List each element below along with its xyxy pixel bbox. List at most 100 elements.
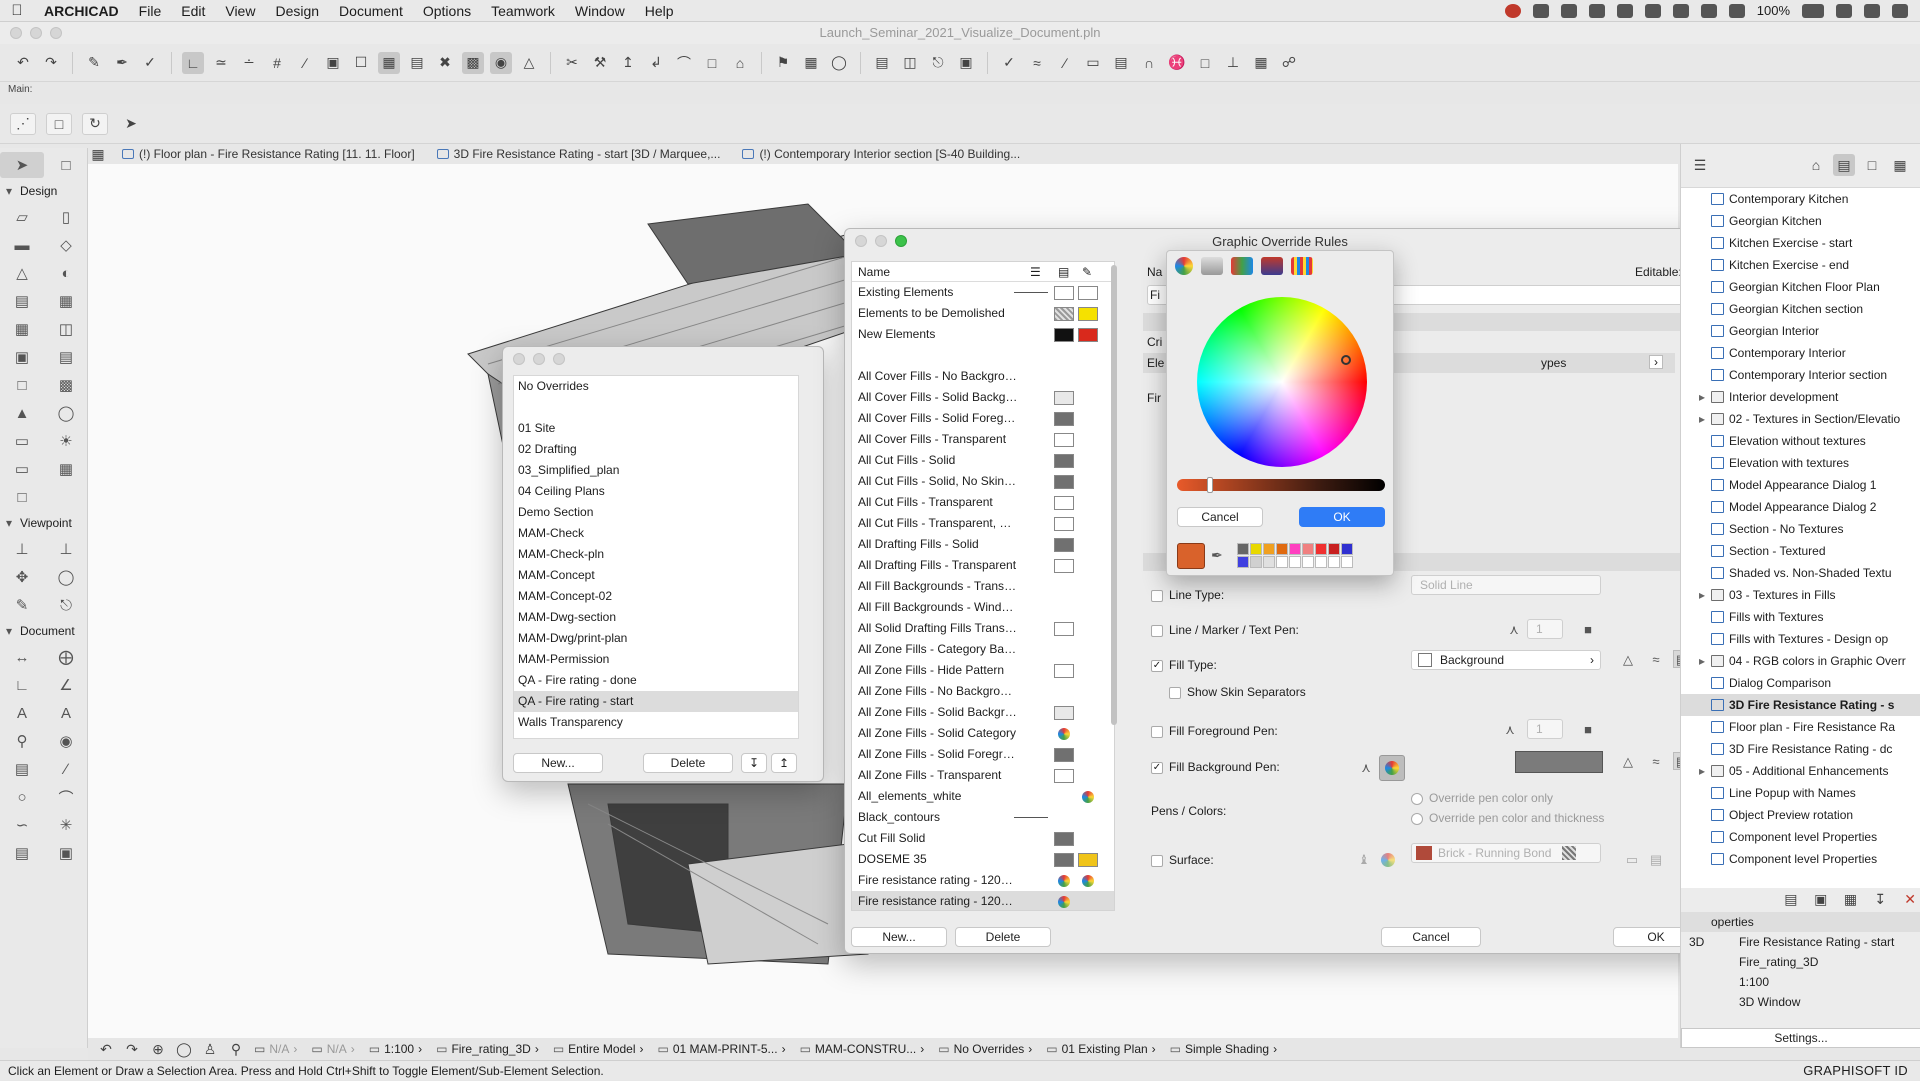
ruler-icon[interactable]: ∕ [294,52,316,74]
chevron-right-icon[interactable]: › [1649,355,1663,369]
pencils-tab-icon[interactable] [1291,257,1313,275]
rules-scrollbar[interactable] [1109,261,1119,911]
rotate-marquee-icon[interactable]: ↻ [82,112,108,135]
section-icon[interactable]: □ [1194,52,1216,74]
brightness-slider[interactable] [1177,477,1385,493]
rgb-color-icon[interactable] [1379,851,1397,869]
fill-background-checkbox[interactable]: ✓ [1151,761,1163,774]
palette-swatch[interactable] [1289,556,1301,568]
panel-tool-icon[interactable]: □ [0,484,44,510]
disclosure-icon[interactable]: ▸ [1699,760,1705,782]
walk-icon[interactable]: ♙ [202,1038,218,1060]
shield-icon[interactable] [1588,3,1605,18]
rule-row[interactable]: All Zone Fills - Solid Backgro... [852,702,1114,723]
status-item[interactable]: ▭ Fire_rating_3D › [436,1042,539,1056]
navigator-view[interactable]: Contemporary Kitchen [1681,188,1920,210]
shell-tool-icon[interactable]: ◐ [44,260,88,286]
image-tab-icon[interactable] [1261,257,1283,275]
combination-item[interactable]: 04 Ceiling Plans [514,481,798,502]
import-icon[interactable]: ↧ [1870,888,1890,910]
elevate-icon[interactable]: ↥ [617,52,639,74]
fill-type-select[interactable]: Background › [1411,650,1601,670]
combination-item[interactable]: QA - Fire rating - start [514,691,798,712]
palette-swatch[interactable] [1263,543,1275,555]
publish-icon[interactable]: ⎋ [927,52,949,74]
rule-row[interactable]: All Cover Fills - Transparent [852,429,1114,450]
rule-row[interactable]: All Zone Fills - Category Bac... [852,639,1114,660]
navigator-view[interactable]: Floor plan - Fire Resistance Ra [1681,716,1920,738]
zone-tool-icon[interactable]: ▭ [0,428,44,454]
line-pen-checkbox[interactable] [1151,624,1163,637]
detail-tool-icon[interactable]: ✎ [0,592,44,618]
menu-window[interactable]: Window [565,3,635,19]
cloud2-icon[interactable] [1560,3,1577,18]
rule-row[interactable]: All Fill Backgrounds - Transp... [852,576,1114,597]
close-window-button[interactable] [513,353,525,365]
roof-tool-icon[interactable]: △ [0,260,44,286]
line-pen-field[interactable]: 1 [1527,619,1563,639]
delete-icon[interactable]: ✕ [1900,888,1920,910]
dimension-tool-icon[interactable]: ↔ [0,644,44,670]
combination-item[interactable]: MAM-Dwg-section [514,607,798,628]
rule-row[interactable]: All Drafting Fills - Transparent [852,555,1114,576]
offset-icon[interactable]: ↲ [645,52,667,74]
skin-separators-checkbox[interactable] [1169,686,1181,699]
color-wheel-tab-icon[interactable] [1175,257,1193,275]
navigator-view[interactable]: Model Appearance Dialog 1 [1681,474,1920,496]
export-icon[interactable]: ↥ [771,753,797,773]
name-column-header[interactable]: Name [858,265,890,279]
sidebar-icon[interactable] [1616,3,1633,18]
scissors-icon[interactable]: ✂ [561,52,583,74]
new-view-icon[interactable]: ▦ [1841,888,1861,910]
label-tool-icon[interactable]: A [44,700,88,726]
worksheet-tool-icon[interactable]: ◯ [44,564,88,590]
lock-icon[interactable]: ☐ [350,52,372,74]
rule-row[interactable]: Elements to be Demolished [852,303,1114,324]
morph2-tool-icon[interactable]: ▭ [0,456,44,482]
fill-tool-icon[interactable]: ▤ [0,756,44,782]
control-center-icon[interactable] [1892,3,1908,18]
recording-icon[interactable] [1504,3,1521,18]
rule-row[interactable]: All Cover Fills - Solid Foregro... [852,408,1114,429]
rule-row[interactable]: All Cut Fills - Solid [852,450,1114,471]
rgb-color-icon[interactable] [1379,755,1405,781]
toolbox-section-viewpoint[interactable]: Viewpoint [0,512,87,534]
surface-row[interactable]: Surface: [1151,853,1214,867]
combination-item[interactable]: Walls Transparency [514,712,798,733]
navigator-view[interactable]: Elevation with textures [1681,452,1920,474]
line-pen-row[interactable]: Line / Marker / Text Pen: [1151,623,1299,637]
palette-swatch[interactable] [1328,556,1340,568]
curtain-wall-tool-icon[interactable]: ▦ [0,316,44,342]
navigator-view[interactable]: Kitchen Exercise - end [1681,254,1920,276]
navigator-view[interactable]: Contemporary Interior [1681,342,1920,364]
rule-row[interactable]: DOSEME 35 [852,849,1114,870]
menu-edit[interactable]: Edit [171,3,215,19]
menu-file[interactable]: File [129,3,172,19]
lamp-tool-icon[interactable]: ◯ [44,400,88,426]
fill-foreground-row[interactable]: Fill Foreground Pen: [1151,724,1278,738]
picker-cancel-button[interactable]: Cancel [1177,507,1263,527]
combination-item[interactable]: MAM-Concept-02 [514,586,798,607]
rule-row[interactable]: All Drafting Fills - Solid [852,534,1114,555]
status-item[interactable]: ▭ No Overrides › [938,1042,1032,1056]
delete-combination-button[interactable]: Delete [643,753,733,773]
pen-swatch-icon[interactable]: ■ [1579,721,1597,739]
palette-swatch[interactable] [1315,543,1327,555]
disclosure-icon[interactable]: ▸ [1699,584,1705,606]
status-item[interactable]: ▭ 01 MAM-PRINT-5... › [658,1042,786,1056]
toolbox-section-document[interactable]: Document [0,620,87,642]
menu-document[interactable]: Document [329,3,413,19]
table-icon[interactable]: ▤ [1110,52,1132,74]
palette-swatch[interactable] [1341,556,1353,568]
combination-item[interactable]: 01 Site [514,418,798,439]
redo-zoom-icon[interactable]: ↷ [124,1038,140,1060]
rule-row[interactable]: All Cover Fills - Solid Backgro... [852,387,1114,408]
check-icon[interactable]: ✓ [998,52,1020,74]
search-icon[interactable] [1864,3,1880,18]
rule-row[interactable]: All Fill Backgrounds - Windo... [852,597,1114,618]
arrow-tool-icon[interactable]: ➤ [118,113,144,135]
transform-icon[interactable]: ✖ [434,52,456,74]
palette-swatch[interactable] [1302,543,1314,555]
mesh-tool-icon[interactable]: ▲ [0,400,44,426]
surface-checkbox[interactable] [1151,854,1163,867]
